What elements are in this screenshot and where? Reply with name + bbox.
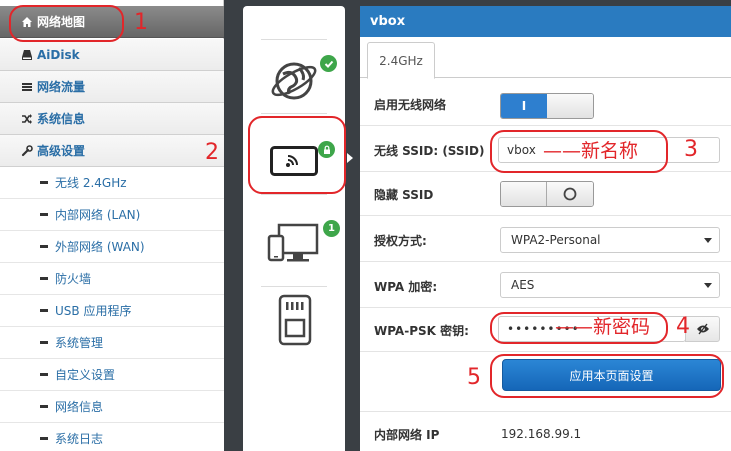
sidebar-item-label: 系统管理 [55, 336, 104, 350]
chevron-down-icon [704, 238, 712, 243]
lan-ip-value: 192.168.99.1 [501, 427, 582, 441]
dash-icon [40, 245, 48, 248]
band-tab-bar: 2.4GHz [360, 37, 731, 79]
wpa-encryption-value: AES [511, 278, 535, 292]
nav-advanced-settings-label: 高级设置 [37, 144, 86, 158]
auth-method-select[interactable]: WPA2-Personal [500, 227, 720, 253]
auth-method-label: 授权方式: [374, 233, 427, 248]
tile-divider [261, 286, 327, 287]
tile-divider [261, 39, 327, 40]
enable-wireless-toggle[interactable]: I [500, 93, 594, 119]
lan-ip-row: 内部网络 IP 192.168.99.1 [360, 411, 731, 451]
wpa-encryption-row: WPA 加密: AES [360, 264, 731, 308]
dash-icon [40, 405, 48, 408]
sidebar-item-lan[interactable]: 内部网络 (LAN) [0, 199, 224, 231]
sidebar-item-label: 自定义设置 [55, 368, 116, 382]
ssid-label: 无线 SSID: (SSID) [374, 143, 485, 158]
auth-method-value: WPA2-Personal [511, 233, 601, 247]
hide-ssid-label: 隐藏 SSID [374, 187, 434, 202]
clients-status-tile[interactable]: 1 [243, 202, 345, 282]
annotation-ring-5 [490, 354, 724, 398]
status-icon-column: 1 [243, 6, 345, 451]
tile-divider [261, 113, 327, 114]
nav-traffic[interactable]: 网络流量 [0, 71, 224, 103]
show-password-button[interactable] [685, 316, 720, 342]
dash-icon [40, 341, 48, 344]
toggle-off-knob [547, 94, 593, 118]
sidebar-item-label: 网络信息 [55, 400, 104, 414]
dash-icon [40, 277, 48, 280]
wrench-icon [20, 144, 34, 157]
toggle-on-indicator: I [501, 94, 547, 118]
clients-devices-icon [267, 223, 319, 262]
circle-icon [563, 187, 577, 201]
sidebar-item-label: 防火墙 [55, 272, 92, 286]
wpa-encryption-label: WPA 加密: [374, 279, 438, 294]
annotation-number-2: 2 [205, 140, 219, 165]
sidebar-item-wan[interactable]: 外部网络 (WAN) [0, 231, 224, 263]
annotation-ring-1 [9, 5, 124, 42]
sidebar-item-network-info[interactable]: 网络信息 [0, 391, 224, 423]
hide-ssid-row: 隐藏 SSID [360, 172, 731, 216]
toggle-off-indicator [547, 182, 593, 206]
check-badge-icon [320, 55, 337, 72]
annotation-ring-2 [248, 116, 346, 194]
dash-icon [40, 373, 48, 376]
annotation-psk-note: ——新密码 [555, 316, 651, 338]
toggle-knob [501, 182, 547, 206]
nav-system-info[interactable]: 系统信息 [0, 103, 224, 135]
sidebar-item-label: 系统日志 [55, 432, 104, 446]
sidebar: 网络地图 AiDisk 网络流量 系统信息 高级设置 无线 2.4GHz 内部网… [0, 0, 224, 451]
panel-title: vbox [360, 6, 731, 37]
sidebar-item-label: 内部网络 (LAN) [55, 208, 141, 222]
dash-icon [40, 437, 48, 440]
enable-wireless-row: 启用无线网络 I [360, 82, 731, 126]
disk-icon [20, 49, 34, 61]
hide-ssid-toggle[interactable] [500, 181, 594, 207]
annotation-number-3: 3 [684, 137, 698, 162]
selected-pointer-arrow [347, 153, 353, 163]
lan-ip-label: 内部网络 IP [374, 427, 440, 442]
internet-status-tile[interactable] [243, 50, 345, 120]
sidebar-item-label: USB 应用程序 [55, 304, 132, 318]
sidebar-item-label: 无线 2.4GHz [55, 176, 127, 190]
nav-aidisk[interactable]: AiDisk [0, 39, 224, 71]
list-icon [20, 81, 34, 93]
chevron-down-icon [704, 283, 712, 288]
annotation-ssid-note: ——新名称 [543, 140, 639, 162]
shuffle-icon [20, 113, 34, 125]
dash-icon [40, 309, 48, 312]
storage-status-tile[interactable] [243, 292, 345, 362]
annotation-number-5: 5 [467, 365, 481, 390]
sidebar-item-usb[interactable]: USB 应用程序 [0, 295, 224, 327]
nav-advanced-settings[interactable]: 高级设置 [0, 135, 224, 167]
nav-aidisk-label: AiDisk [37, 47, 80, 62]
tile-divider [261, 194, 327, 195]
sidebar-item-syslog[interactable]: 系统日志 [0, 423, 224, 451]
sidebar-item-label: 外部网络 (WAN) [55, 240, 145, 254]
sidebar-item-custom[interactable]: 自定义设置 [0, 359, 224, 391]
client-count-badge: 1 [323, 220, 340, 237]
wpa-encryption-select[interactable]: AES [500, 272, 720, 298]
enable-wireless-label: 启用无线网络 [374, 97, 447, 112]
tab-2-4ghz[interactable]: 2.4GHz [367, 42, 435, 79]
dash-icon [40, 213, 48, 216]
sidebar-item-firewall[interactable]: 防火墙 [0, 263, 224, 295]
eye-slash-icon [696, 323, 709, 335]
sd-card-icon [278, 294, 312, 346]
annotation-number-4: 4 [676, 314, 690, 339]
sidebar-item-wireless[interactable]: 无线 2.4GHz [0, 167, 224, 199]
annotation-number-1: 1 [134, 10, 148, 35]
dash-icon [40, 181, 48, 184]
internet-globe-icon [271, 62, 317, 100]
wpa-psk-label: WPA-PSK 密钥: [374, 323, 469, 338]
nav-traffic-label: 网络流量 [37, 80, 86, 94]
auth-method-row: 授权方式: WPA2-Personal [360, 218, 731, 262]
sidebar-item-admin[interactable]: 系统管理 [0, 327, 224, 359]
nav-system-info-label: 系统信息 [37, 112, 86, 126]
